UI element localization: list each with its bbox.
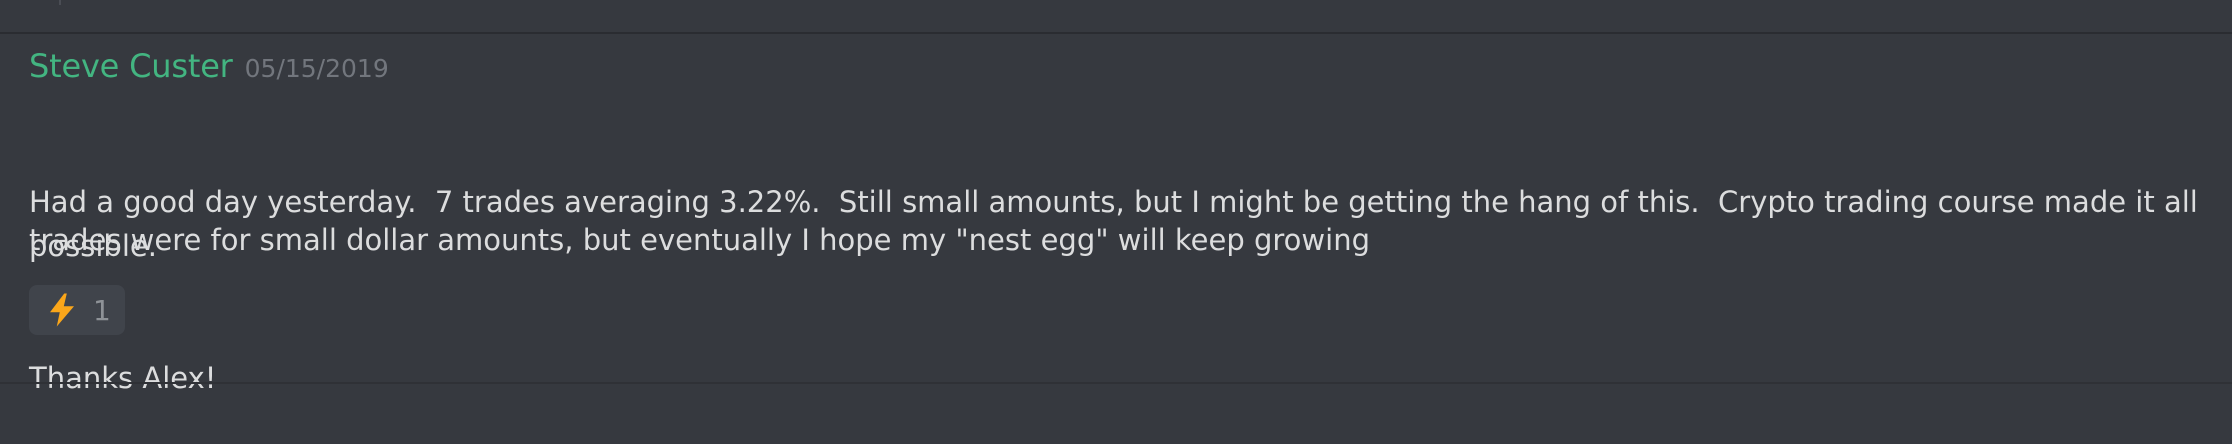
message-header: Steve Custer 05/15/2019 — [29, 46, 389, 86]
previous-message-edge — [59, 0, 61, 5]
divider — [0, 382, 2232, 384]
reaction-count: 1 — [93, 293, 111, 327]
zap-icon — [41, 289, 83, 331]
previous-message-area — [0, 0, 2232, 32]
reaction-button[interactable]: 1 — [29, 285, 125, 335]
message-content: Had a good day yesterday. 7 trades avera… — [29, 92, 2214, 444]
message-timestamp: 05/15/2019 — [244, 54, 389, 83]
followup-message: trades were for small dollar amounts, bu… — [29, 223, 1370, 257]
author-name[interactable]: Steve Custer — [29, 46, 233, 86]
message-line: Thanks Alex! — [29, 361, 217, 395]
